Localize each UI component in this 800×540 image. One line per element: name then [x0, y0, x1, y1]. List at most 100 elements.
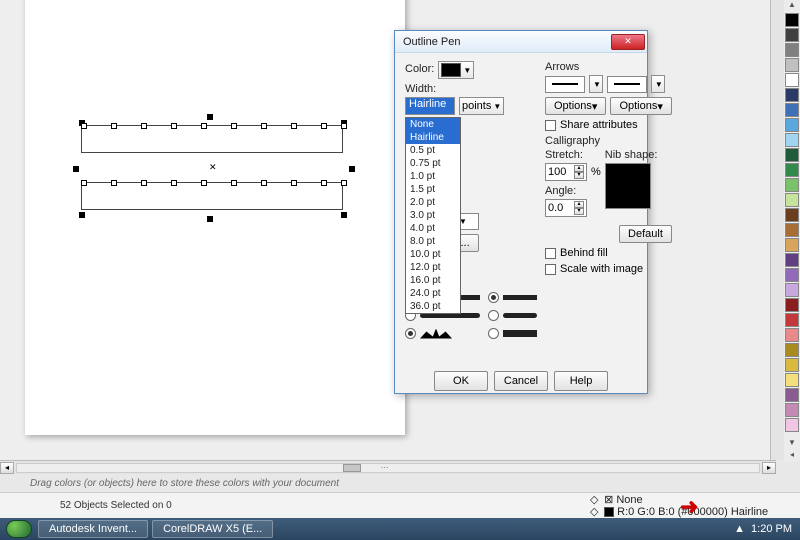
palette-swatch[interactable]: [785, 58, 799, 72]
selection-handle[interactable]: [207, 114, 213, 120]
palette-swatch[interactable]: [785, 403, 799, 417]
node-handle[interactable]: [141, 123, 147, 129]
node-handle[interactable]: [261, 123, 267, 129]
node-handle[interactable]: [291, 180, 297, 186]
width-option[interactable]: 1.5 pt: [406, 183, 460, 196]
palette-swatch[interactable]: [785, 358, 799, 372]
width-option[interactable]: 3.0 pt: [406, 209, 460, 222]
help-button[interactable]: Help: [554, 371, 608, 391]
selected-object-2[interactable]: [81, 182, 343, 210]
width-option[interactable]: 12.0 pt: [406, 261, 460, 274]
node-handle[interactable]: [111, 180, 117, 186]
spin-up-icon[interactable]: ▴: [574, 165, 584, 172]
node-handle[interactable]: [321, 123, 327, 129]
node-handle[interactable]: [141, 180, 147, 186]
selection-handle[interactable]: [349, 166, 355, 172]
width-option[interactable]: Hairline: [406, 131, 460, 144]
palette-swatch[interactable]: [785, 313, 799, 327]
color-picker[interactable]: ▼: [438, 61, 474, 79]
taskbar-app-2[interactable]: CorelDRAW X5 (E...: [152, 520, 273, 538]
spin-up-icon[interactable]: ▴: [574, 201, 584, 208]
node-handle[interactable]: [231, 180, 237, 186]
node-handle[interactable]: [201, 123, 207, 129]
selection-handle[interactable]: [341, 212, 347, 218]
width-option[interactable]: 36.0 pt: [406, 300, 460, 313]
ok-button[interactable]: OK: [434, 371, 488, 391]
node-handle[interactable]: [81, 180, 87, 186]
palette-swatch[interactable]: [785, 268, 799, 282]
behind-fill-checkbox[interactable]: [545, 248, 556, 259]
palette-swatch[interactable]: [785, 328, 799, 342]
scroll-thumb[interactable]: [343, 464, 361, 472]
width-option[interactable]: 0.75 pt: [406, 157, 460, 170]
palette-swatch[interactable]: [785, 148, 799, 162]
start-arrow-dropdown[interactable]: ▼: [589, 75, 603, 93]
palette-swatch[interactable]: [785, 118, 799, 132]
selection-handle[interactable]: [73, 166, 79, 172]
selected-object-1[interactable]: [81, 125, 343, 153]
palette-swatch[interactable]: [785, 178, 799, 192]
end-arrow-options-button[interactable]: Options ▾: [610, 97, 671, 115]
width-option[interactable]: 2.0 pt: [406, 196, 460, 209]
palette-swatch[interactable]: [785, 253, 799, 267]
width-option[interactable]: 0.5 pt: [406, 144, 460, 157]
width-option[interactable]: 24.0 pt: [406, 287, 460, 300]
palette-swatch[interactable]: [785, 103, 799, 117]
node-handle[interactable]: [291, 123, 297, 129]
width-option[interactable]: 10.0 pt: [406, 248, 460, 261]
palette-swatch[interactable]: [785, 43, 799, 57]
node-handle[interactable]: [111, 123, 117, 129]
palette-swatch[interactable]: [785, 388, 799, 402]
palette-swatch[interactable]: [785, 13, 799, 27]
node-handle[interactable]: [341, 180, 347, 186]
vertical-scrollbar[interactable]: [770, 0, 784, 460]
palette-swatch[interactable]: [785, 73, 799, 87]
width-input[interactable]: Hairline: [405, 97, 455, 115]
scroll-track[interactable]: ⋯: [16, 463, 760, 473]
width-units-select[interactable]: points▼: [459, 97, 504, 115]
stretch-input[interactable]: 100▴▾: [545, 163, 587, 181]
nib-preview[interactable]: [605, 163, 651, 209]
cap-square-radio[interactable]: [488, 328, 499, 339]
width-option[interactable]: 1.0 pt: [406, 170, 460, 183]
width-dropdown-list[interactable]: NoneHairline0.5 pt0.75 pt1.0 pt1.5 pt2.0…: [405, 117, 461, 314]
palette-swatch[interactable]: [785, 283, 799, 297]
node-handle[interactable]: [231, 123, 237, 129]
node-handle[interactable]: [171, 123, 177, 129]
palette-swatch[interactable]: [785, 298, 799, 312]
scroll-right-icon[interactable]: ▸: [762, 462, 776, 474]
node-handle[interactable]: [81, 123, 87, 129]
drawing-page[interactable]: /* decorative */ ✕: [25, 0, 405, 435]
width-option[interactable]: 4.0 pt: [406, 222, 460, 235]
corner-bevel-radio[interactable]: [405, 328, 416, 339]
tray-icon[interactable]: ▲: [734, 523, 745, 535]
scale-with-image-checkbox[interactable]: [545, 264, 556, 275]
system-tray[interactable]: ▲ 1:20 PM: [726, 523, 800, 535]
palette-swatch[interactable]: [785, 223, 799, 237]
horizontal-scrollbar[interactable]: ◂ ⋯ ▸: [0, 460, 776, 474]
palette-swatch[interactable]: [785, 193, 799, 207]
selection-center-marker[interactable]: ✕: [209, 162, 217, 173]
node-handle[interactable]: [321, 180, 327, 186]
node-handle[interactable]: [171, 180, 177, 186]
palette-swatch[interactable]: [785, 343, 799, 357]
palette-swatch[interactable]: [785, 418, 799, 432]
start-arrow-options-button[interactable]: Options ▾: [545, 97, 606, 115]
default-button[interactable]: Default: [619, 225, 672, 243]
close-icon[interactable]: ✕: [611, 34, 645, 50]
dialog-titlebar[interactable]: Outline Pen ✕: [395, 31, 647, 53]
angle-input[interactable]: 0.0▴▾: [545, 199, 587, 217]
palette-swatch[interactable]: [785, 88, 799, 102]
node-handle[interactable]: [341, 123, 347, 129]
clock[interactable]: 1:20 PM: [751, 523, 792, 535]
start-button[interactable]: [6, 520, 32, 538]
cancel-button[interactable]: Cancel: [494, 371, 548, 391]
palette-swatch[interactable]: [785, 208, 799, 222]
palette-swatch[interactable]: [785, 373, 799, 387]
share-attributes-checkbox[interactable]: [545, 120, 556, 131]
spin-down-icon[interactable]: ▾: [574, 208, 584, 215]
width-option[interactable]: 16.0 pt: [406, 274, 460, 287]
node-handle[interactable]: [261, 180, 267, 186]
palette-scroll-up[interactable]: ▲: [784, 0, 800, 12]
spin-down-icon[interactable]: ▾: [574, 172, 584, 179]
